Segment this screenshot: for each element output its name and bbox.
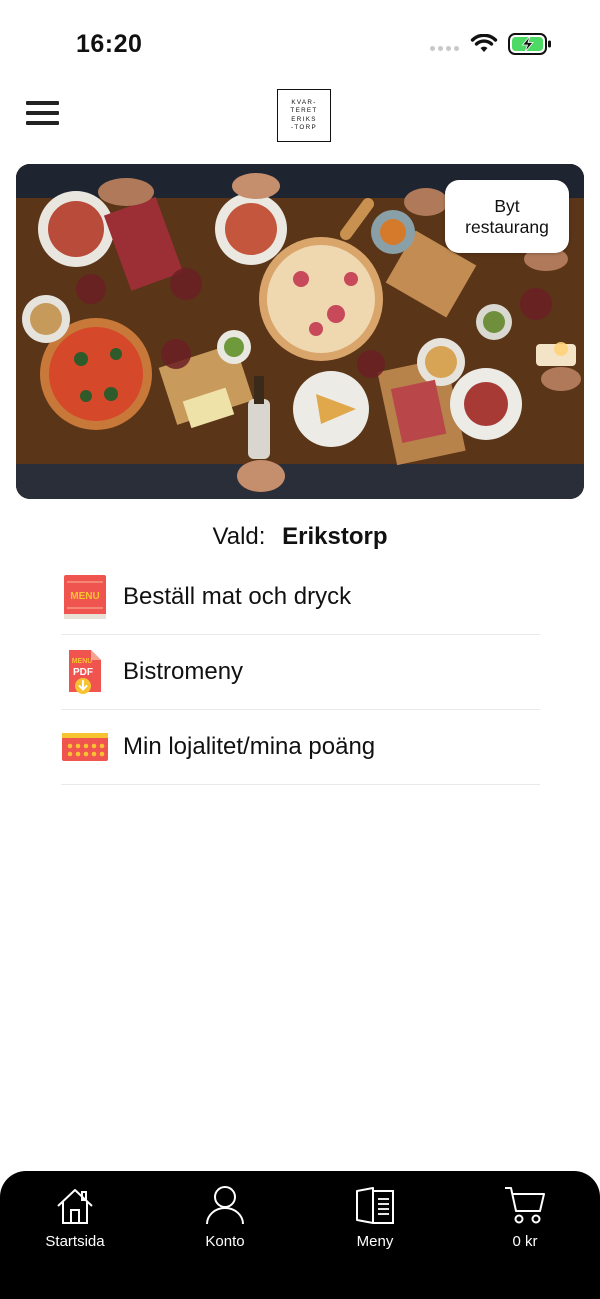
menu-item-label: Min lojalitet/mina poäng [123,733,376,760]
tab-account[interactable]: Konto [150,1171,300,1299]
battery-charging-icon [508,33,552,60]
wifi-icon [470,33,498,59]
menu-item-label: Bistromeny [123,658,244,685]
switch-restaurant-label-line2: restaurang [465,216,549,237]
switch-restaurant-button[interactable]: Byt restaurang [445,180,569,253]
status-bar: 16:20 [0,0,600,90]
hamburger-icon[interactable] [26,101,59,125]
tab-cart[interactable]: 0 kr [450,1171,600,1299]
tab-label: Startsida [45,1233,105,1250]
menu-list: MENU Beställ mat och dryck MENU PDF Bist… [61,560,540,785]
pdf-menu-download-icon: MENU PDF [61,648,109,696]
user-icon [205,1183,245,1225]
logo-line: TERET [290,107,318,115]
tab-home[interactable]: Startsida [0,1171,150,1299]
pdf-icon-text-top: MENU [72,658,93,665]
selected-restaurant: Vald: Erikstorp [0,523,600,551]
logo-line: KVAR- [291,98,317,106]
selected-label: Vald: [212,523,266,550]
menu-item-bistro-menu[interactable]: MENU PDF Bistromeny [61,635,540,710]
bottom-tab-bar: Startsida Konto Meny 0 kr [0,1171,600,1299]
tab-label: Konto [205,1233,245,1250]
menu-item-label: Beställ mat och dryck [123,583,352,610]
logo-line: -TORP [291,123,317,131]
book-icon [355,1183,395,1225]
menu-item-order[interactable]: MENU Beställ mat och dryck [61,560,540,635]
loyalty-card-icon [61,723,109,771]
tab-menu[interactable]: Meny [300,1171,450,1299]
selected-value: Erikstorp [282,523,388,550]
status-time: 16:20 [76,30,143,58]
menu-book-icon-text: MENU [70,591,99,602]
menu-book-icon: MENU [61,573,109,621]
logo-line: ERIKS [291,115,317,123]
switch-restaurant-label-line1: Byt [494,195,520,216]
tab-label: 0 kr [512,1233,538,1250]
logo: KVAR- TERET ERIKS -TORP [277,89,331,142]
hero-image: Byt restaurang [16,164,584,499]
menu-item-loyalty[interactable]: Min lojalitet/mina poäng [61,710,540,785]
cart-icon [504,1183,546,1225]
tab-label: Meny [356,1233,394,1250]
home-icon [55,1183,95,1225]
cellular-signal-icon [430,46,459,51]
pdf-icon-text-bottom: PDF [73,667,93,678]
